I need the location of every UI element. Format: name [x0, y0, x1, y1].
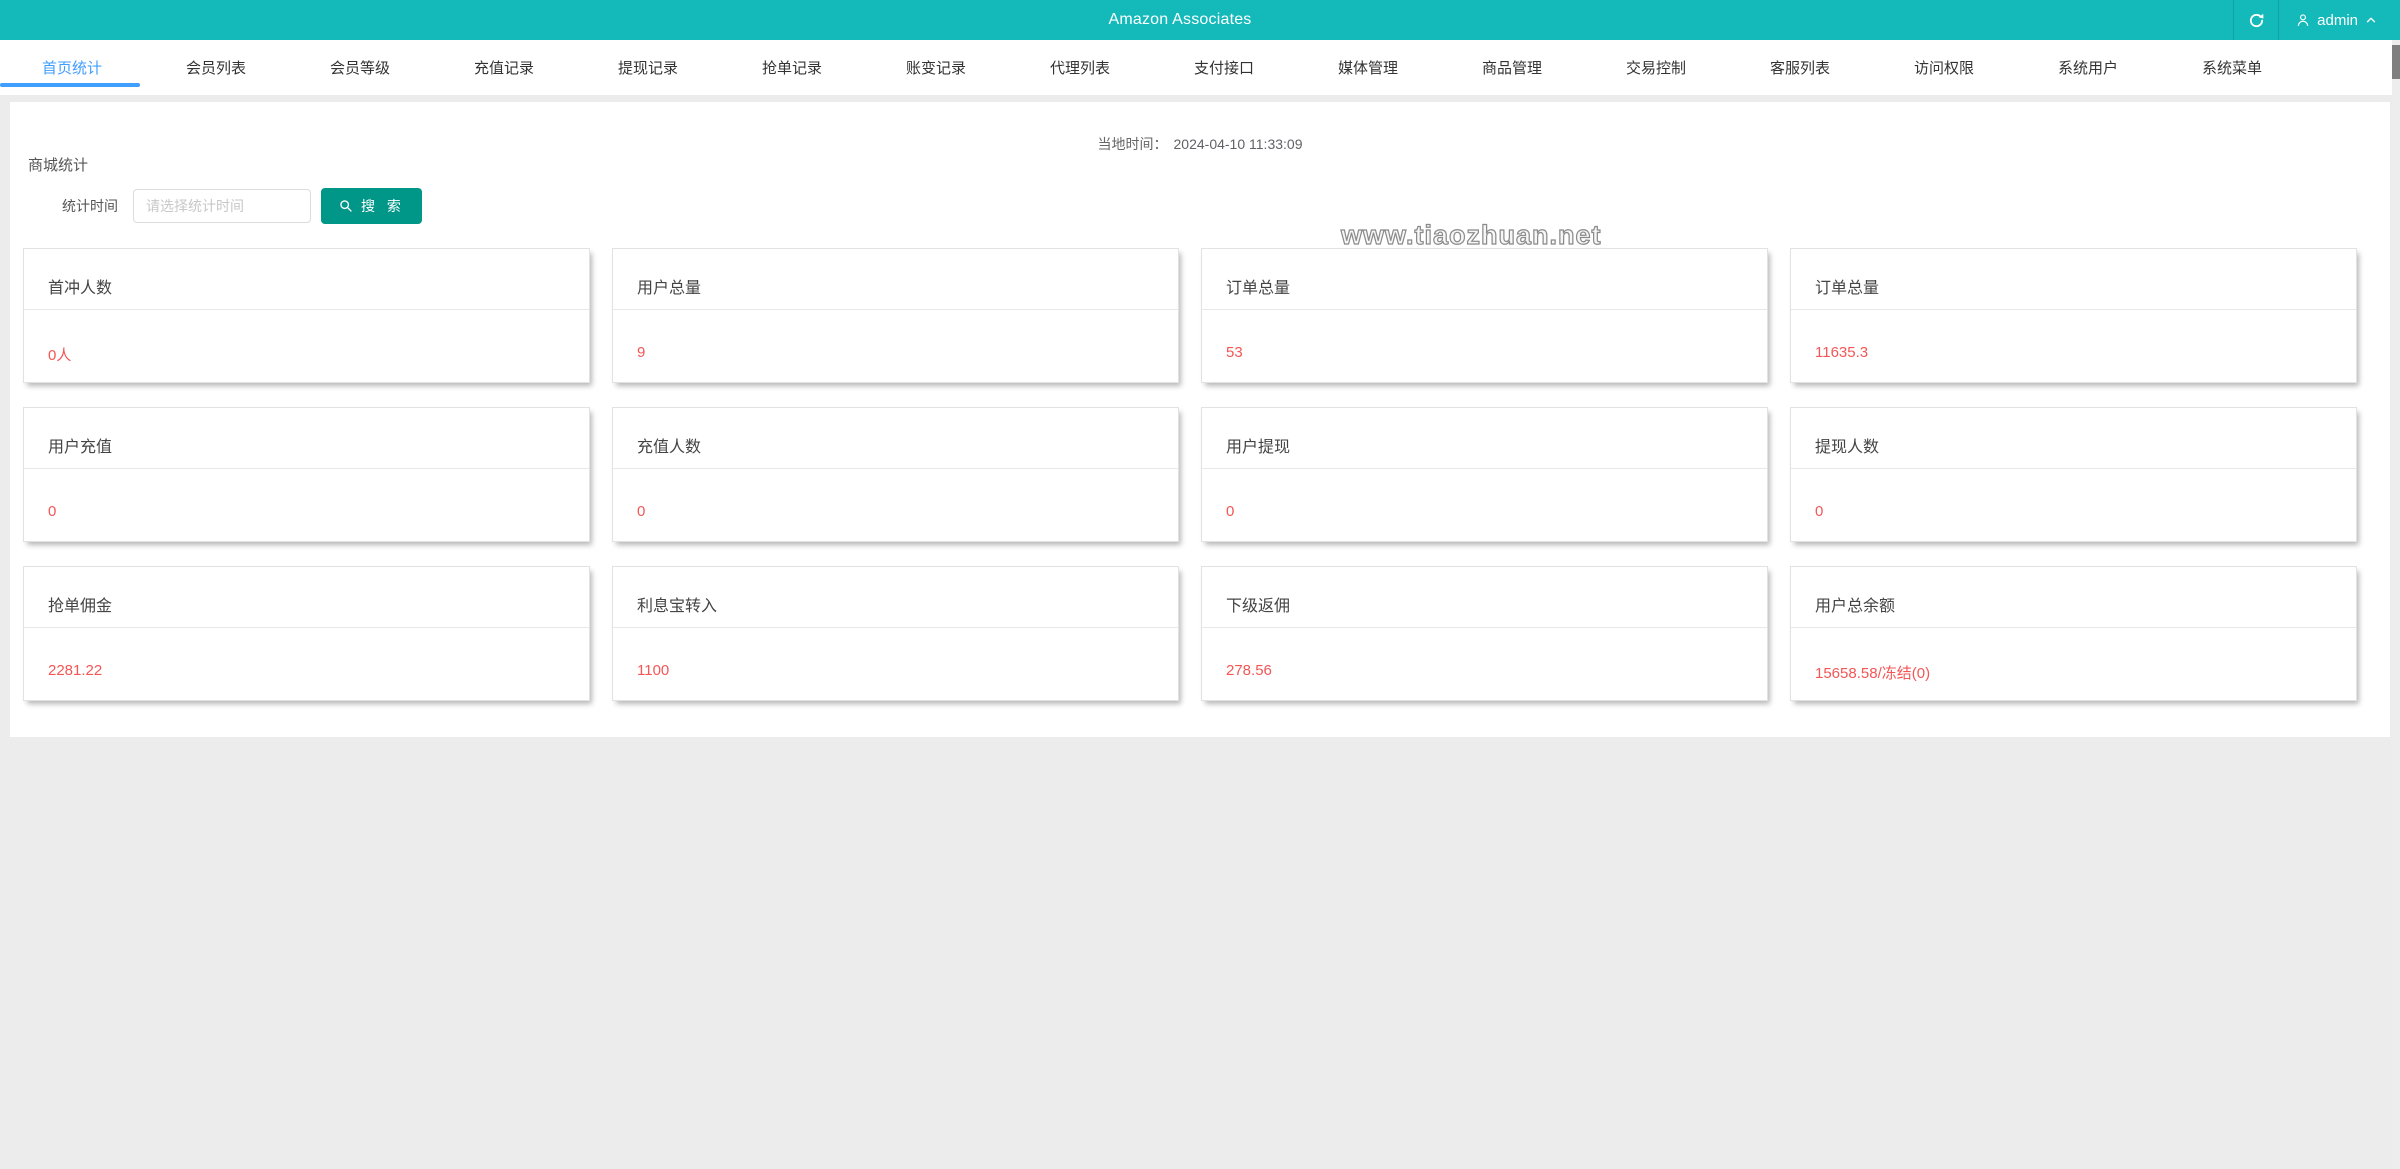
- nav-tab-label: 访问权限: [1914, 57, 1974, 78]
- stat-card: 充值人数0: [612, 407, 1179, 542]
- nav-tabs: 首页统计 会员列表 会员等级 充值记录 提现记录 抢单记录 账变记录 代理列表 支付接口 媒体管理…: [0, 40, 2400, 95]
- user-menu[interactable]: admin: [2279, 0, 2392, 40]
- nav-tab-10[interactable]: 媒体管理: [1296, 40, 1440, 95]
- nav-tab-label: 账变记录: [906, 57, 966, 78]
- stat-card-value: 0: [1791, 469, 2356, 520]
- app-title: Amazon Associates: [0, 11, 2360, 29]
- nav-tab-label: 交易控制: [1626, 57, 1686, 78]
- stat-card-value: 1100: [613, 628, 1178, 679]
- stat-card: 用户总量9: [612, 248, 1179, 383]
- nav-tab-label: 会员列表: [186, 57, 246, 78]
- topbar-controls: admin: [2233, 0, 2392, 40]
- nav-tab-1[interactable]: 首页统计: [0, 40, 144, 95]
- search-button[interactable]: 搜 索: [321, 188, 422, 224]
- nav-tab-label: 抢单记录: [762, 57, 822, 78]
- stat-card-title: 用户充值: [24, 408, 589, 469]
- stat-card-title: 用户提现: [1202, 408, 1767, 469]
- scrollbar[interactable]: [2392, 40, 2400, 1169]
- user-icon: [2295, 12, 2311, 28]
- nav-tab-11[interactable]: 商品管理: [1440, 40, 1584, 95]
- nav-tab-label: 系统用户: [2058, 57, 2118, 78]
- nav-tab-6[interactable]: 抢单记录: [720, 40, 864, 95]
- stat-card: 提现人数0: [1790, 407, 2357, 542]
- stat-card-title: 订单总量: [1202, 249, 1767, 310]
- nav-tab-4[interactable]: 充值记录: [432, 40, 576, 95]
- stat-card-title: 利息宝转入: [613, 567, 1178, 628]
- section-title: 商城统计: [28, 154, 88, 175]
- stat-card: 用户充值0: [23, 407, 590, 542]
- stat-card-title: 下级返佣: [1202, 567, 1767, 628]
- nav-tab-9[interactable]: 支付接口: [1152, 40, 1296, 95]
- chevron-up-icon: [2364, 13, 2378, 27]
- nav-tab-label: 客服列表: [1770, 57, 1830, 78]
- nav-tab-13[interactable]: 客服列表: [1728, 40, 1872, 95]
- stat-card: 下级返佣278.56: [1201, 566, 1768, 701]
- active-tab-underline: [0, 83, 140, 87]
- local-time: 当地时间： 2024-04-10 11:33:09: [10, 134, 2390, 154]
- time-filter-label: 统计时间: [62, 196, 118, 216]
- stat-card-value: 9: [613, 310, 1178, 361]
- nav-tab-label: 首页统计: [42, 57, 102, 78]
- refresh-icon: [2248, 12, 2265, 29]
- scrollbar-thumb[interactable]: [2392, 45, 2400, 79]
- stat-card: 利息宝转入1100: [612, 566, 1179, 701]
- topbar: Amazon Associates admin: [0, 0, 2400, 40]
- stat-card: 首冲人数0人: [23, 248, 590, 383]
- stat-card: 订单总量53: [1201, 248, 1768, 383]
- time-filter-input[interactable]: [133, 189, 311, 223]
- stat-card-value: 53: [1202, 310, 1767, 361]
- nav-tab-3[interactable]: 会员等级: [288, 40, 432, 95]
- nav-tab-16[interactable]: 系统菜单: [2160, 40, 2304, 95]
- local-time-value: 2024-04-10 11:33:09: [1174, 136, 1303, 152]
- nav-tab-2[interactable]: 会员列表: [144, 40, 288, 95]
- stat-card-value: 15658.58/冻结(0): [1791, 628, 2356, 683]
- watermark: www.tiaozhuan.net: [1341, 220, 1602, 251]
- nav-tab-label: 商品管理: [1482, 57, 1542, 78]
- filter-row: 统计时间 搜 索: [62, 188, 422, 224]
- nav-tab-14[interactable]: 访问权限: [1872, 40, 2016, 95]
- nav-tab-label: 系统菜单: [2202, 57, 2262, 78]
- nav-tab-label: 提现记录: [618, 57, 678, 78]
- stat-card-title: 提现人数: [1791, 408, 2356, 469]
- stat-card-title: 抢单佣金: [24, 567, 589, 628]
- stat-card-title: 用户总余额: [1791, 567, 2356, 628]
- nav-tab-5[interactable]: 提现记录: [576, 40, 720, 95]
- main-panel: 当地时间： 2024-04-10 11:33:09 商城统计 统计时间 搜 索 w…: [10, 102, 2390, 737]
- stat-card-value: 11635.3: [1791, 310, 2356, 361]
- stat-card-title: 充值人数: [613, 408, 1178, 469]
- search-button-label: 搜 索: [361, 196, 405, 216]
- stat-card: 用户总余额15658.58/冻结(0): [1790, 566, 2357, 701]
- nav-tab-8[interactable]: 代理列表: [1008, 40, 1152, 95]
- stat-card-value: 0: [1202, 469, 1767, 520]
- stats-grid: 首冲人数0人用户总量9订单总量53订单总量11635.3用户充值0充值人数0用户…: [23, 248, 2357, 701]
- stat-card: 用户提现0: [1201, 407, 1768, 542]
- nav-tab-label: 会员等级: [330, 57, 390, 78]
- nav-tab-12[interactable]: 交易控制: [1584, 40, 1728, 95]
- stat-card-title: 首冲人数: [24, 249, 589, 310]
- nav-tab-label: 媒体管理: [1338, 57, 1398, 78]
- stat-card-title: 订单总量: [1791, 249, 2356, 310]
- local-time-label: 当地时间：: [1098, 136, 1168, 152]
- stat-card: 抢单佣金2281.22: [23, 566, 590, 701]
- nav-tab-label: 充值记录: [474, 57, 534, 78]
- search-icon: [338, 198, 354, 214]
- stat-card-value: 278.56: [1202, 628, 1767, 679]
- nav-tab-15[interactable]: 系统用户: [2016, 40, 2160, 95]
- stat-card-value: 0人: [24, 310, 589, 365]
- stat-card-title: 用户总量: [613, 249, 1178, 310]
- nav-tab-label: 代理列表: [1050, 57, 1110, 78]
- user-name: admin: [2317, 12, 2358, 29]
- stat-card-value: 2281.22: [24, 628, 589, 679]
- nav-tab-label: 支付接口: [1194, 57, 1254, 78]
- refresh-button[interactable]: [2234, 0, 2278, 40]
- stat-card: 订单总量11635.3: [1790, 248, 2357, 383]
- stat-card-value: 0: [24, 469, 589, 520]
- stat-card-value: 0: [613, 469, 1178, 520]
- nav-tab-7[interactable]: 账变记录: [864, 40, 1008, 95]
